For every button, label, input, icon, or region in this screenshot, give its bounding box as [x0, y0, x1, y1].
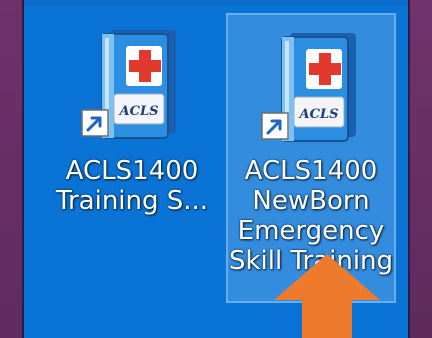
- svg-text:ACLS: ACLS: [118, 104, 159, 119]
- medical-binder-icon: ACLS: [81, 30, 176, 139]
- shortcut-arrow-icon: [81, 109, 109, 137]
- icon-label-line: Emergency: [237, 216, 385, 246]
- icon-label: ACLS1400 Training S...: [52, 156, 212, 216]
- medical-binder-icon: ACLS: [261, 33, 356, 142]
- icon-label-line: ACLS1400: [65, 156, 199, 186]
- icon-label-line: ACLS1400: [244, 156, 378, 186]
- window-frame-left: [0, 0, 22, 338]
- svg-text:ACLS: ACLS: [298, 107, 339, 122]
- icon-label-line: NewBorn: [252, 186, 370, 216]
- desktop-top-edge: [24, 0, 408, 6]
- icon-label-line: Training S...: [55, 186, 209, 216]
- desktop-shortcut-acls1400-training[interactable]: ACLS ACLS1400 Training S...: [52, 10, 212, 252]
- orange-up-arrow-icon: [274, 254, 380, 338]
- window-frame-right: [410, 0, 432, 338]
- shortcut-arrow-icon: [261, 112, 289, 140]
